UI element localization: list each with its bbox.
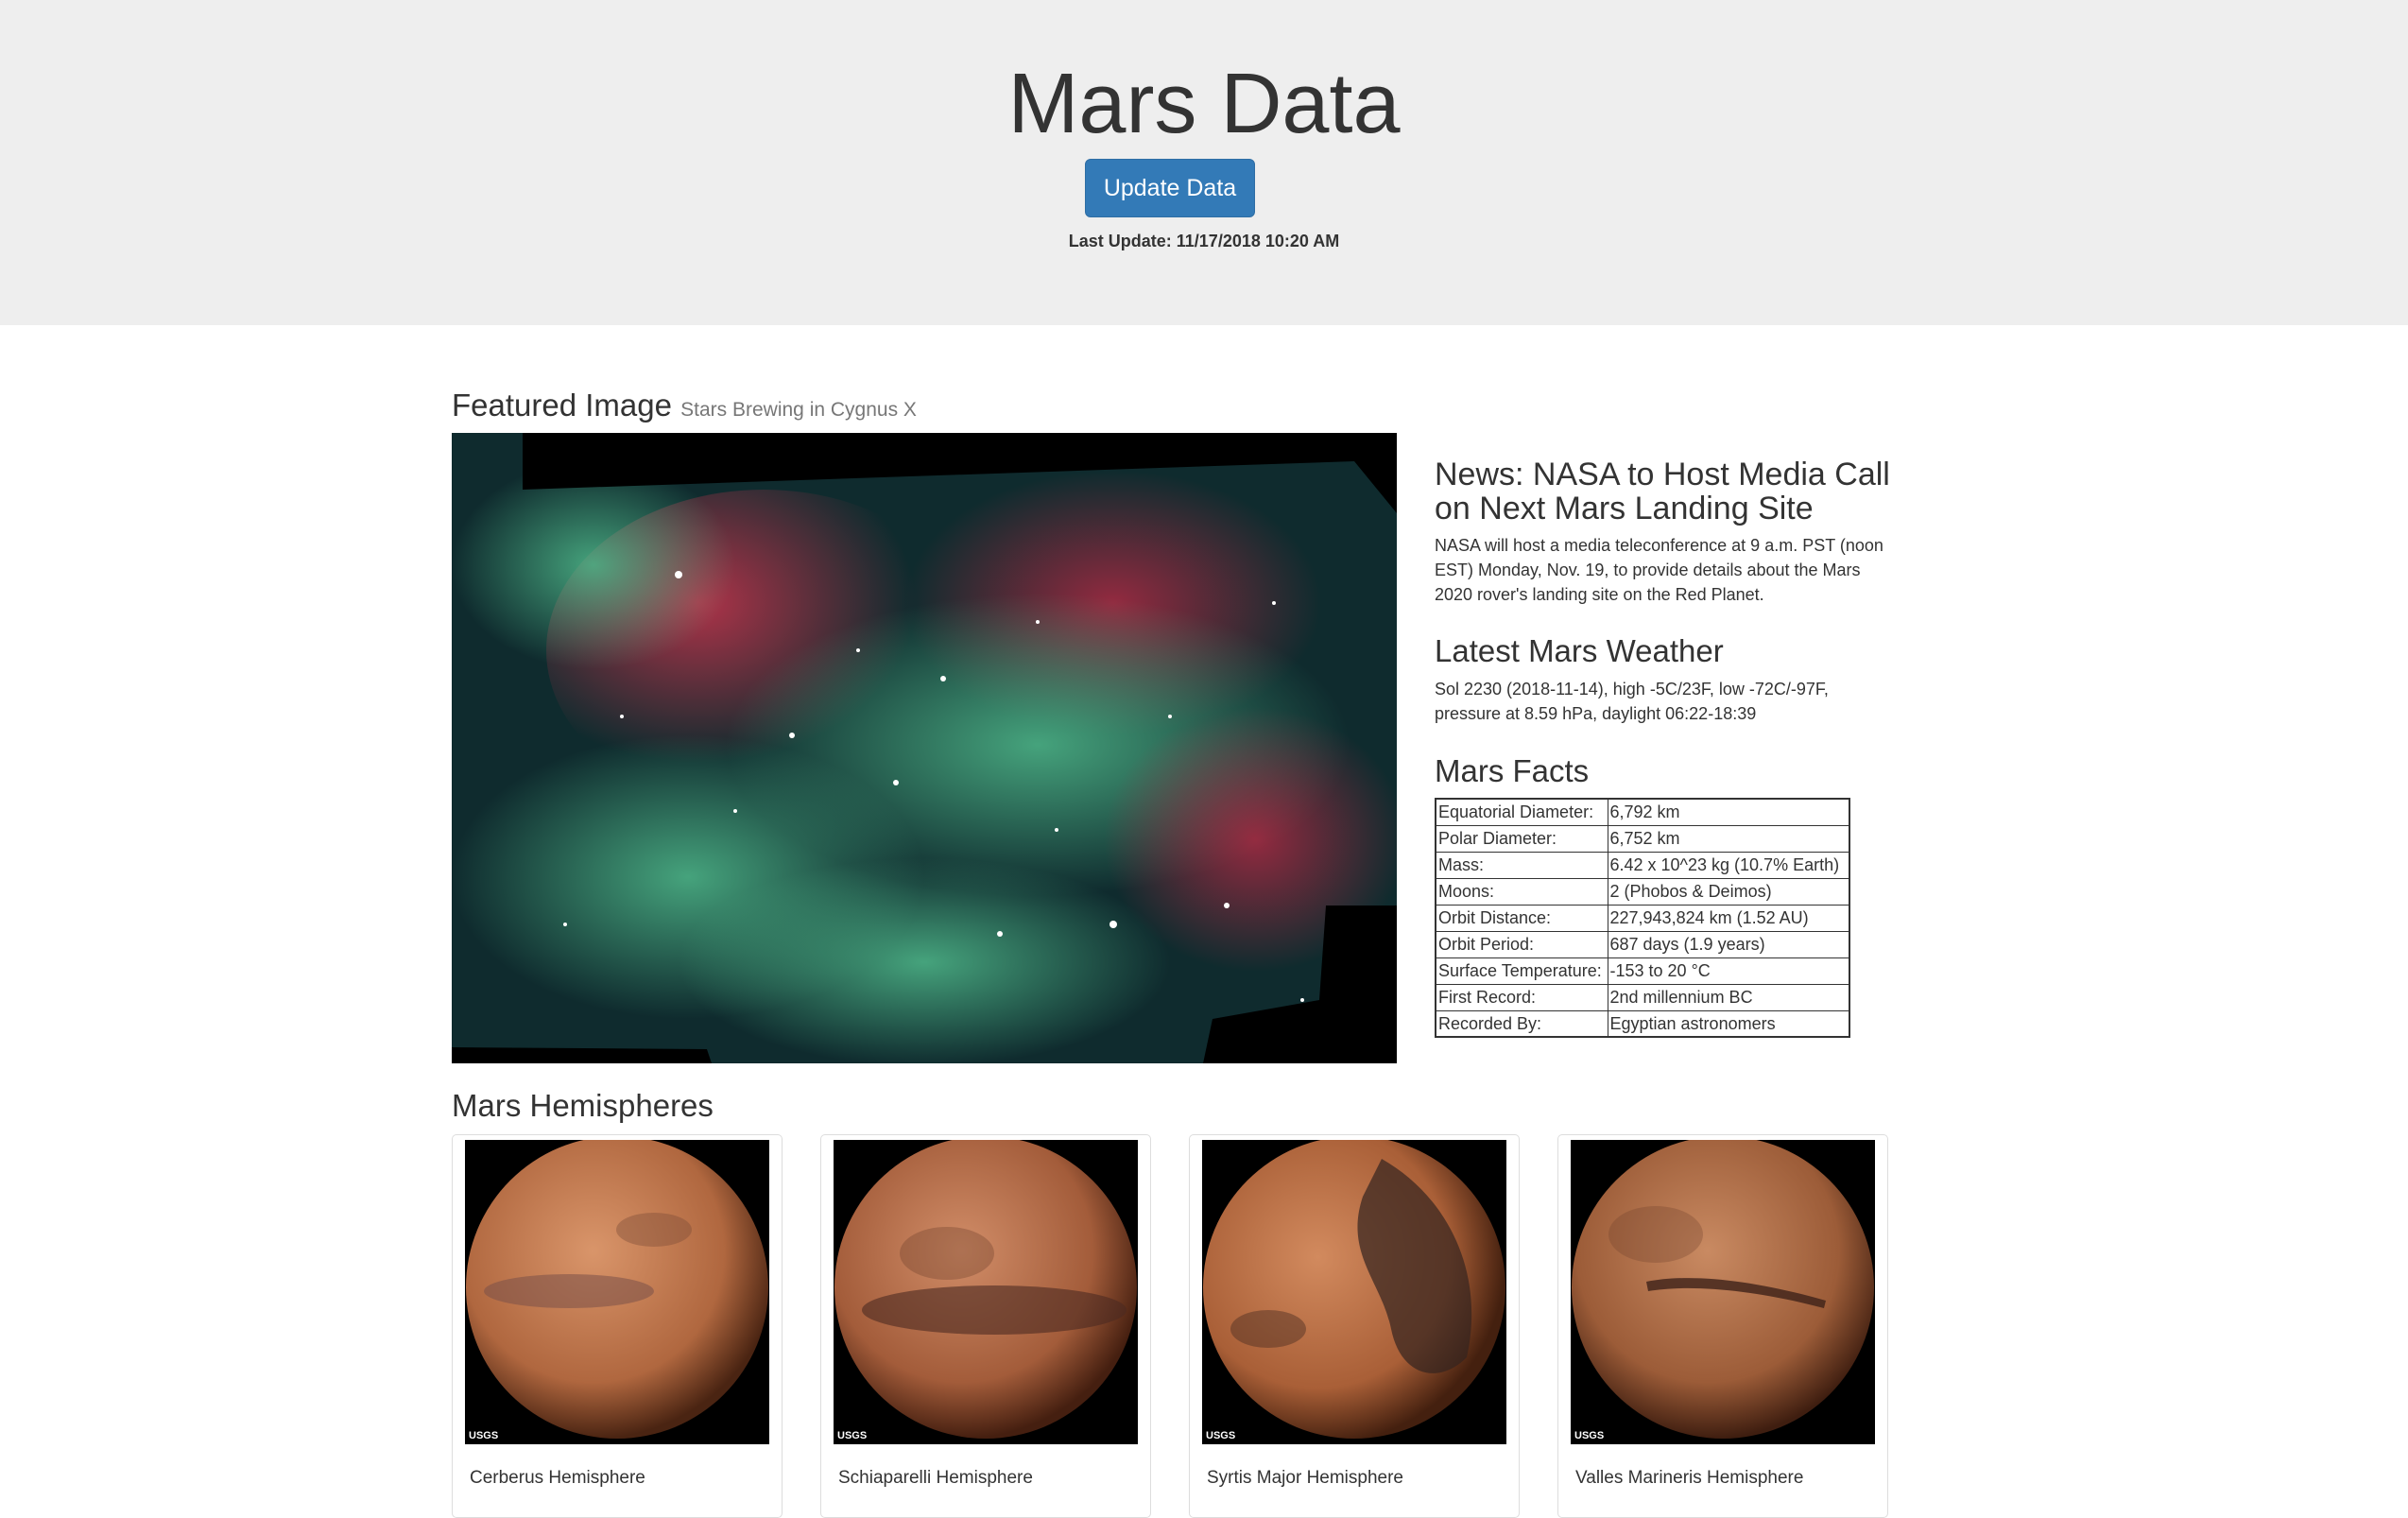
hemisphere-image-schiaparelli[interactable]: USGS	[834, 1140, 1138, 1444]
featured-image-heading: Featured Image Stars Brewing in Cygnus X	[452, 388, 917, 423]
fact-value: 6,752 km	[1607, 824, 1850, 853]
mars-globe-image	[1572, 1140, 1874, 1439]
hemisphere-title[interactable]: Syrtis Major Hemisphere	[1207, 1468, 1403, 1489]
fact-value: 6,792 km	[1607, 798, 1850, 826]
table-row: Recorded By: Egyptian astronomers	[1435, 1009, 1850, 1038]
usgs-logo: USGS	[1206, 1430, 1236, 1441]
weather-title: Latest Mars Weather	[1435, 633, 1724, 668]
fact-label: First Record:	[1435, 983, 1608, 1011]
table-row: Equatorial Diameter: 6,792 km	[1435, 798, 1850, 826]
nebula-image	[452, 433, 1397, 1063]
header-jumbotron: Mars Data Update Data Last Update: 11/17…	[0, 0, 2408, 325]
hemisphere-card-cerberus[interactable]: USGS Cerberus Hemisphere	[452, 1134, 783, 1518]
hemisphere-title[interactable]: Valles Marineris Hemisphere	[1575, 1468, 1803, 1489]
hemisphere-image-valles-marineris[interactable]: USGS	[1571, 1140, 1875, 1444]
hemisphere-image-syrtis-major[interactable]: USGS	[1202, 1140, 1506, 1444]
facts-title: Mars Facts	[1435, 753, 1590, 788]
mars-globe-image	[466, 1140, 768, 1439]
usgs-logo: USGS	[837, 1430, 868, 1441]
news-title: News: NASA to Host Media Call on Next Ma…	[1435, 457, 1890, 526]
hemisphere-card-syrtis-major[interactable]: USGS Syrtis Major Hemisphere	[1189, 1134, 1520, 1518]
hemispheres-heading: Mars Hemispheres	[452, 1088, 714, 1123]
hemisphere-card-schiaparelli[interactable]: USGS Schiaparelli Hemisphere	[820, 1134, 1151, 1518]
fact-label: Equatorial Diameter:	[1435, 798, 1608, 826]
fact-label: Polar Diameter:	[1435, 824, 1608, 853]
fact-value: 687 days (1.9 years)	[1607, 930, 1850, 958]
update-data-button[interactable]: Update Data	[1085, 159, 1255, 217]
fact-value: 6.42 x 10^23 kg (10.7% Earth)	[1607, 851, 1850, 879]
usgs-logo: USGS	[469, 1430, 499, 1441]
fact-label: Surface Temperature:	[1435, 957, 1608, 985]
fact-label: Orbit Distance:	[1435, 904, 1608, 932]
table-row: Orbit Period: 687 days (1.9 years)	[1435, 930, 1850, 958]
news-teaser: NASA will host a media teleconference at…	[1435, 536, 1883, 604]
hemisphere-card-valles-marineris[interactable]: USGS Valles Marineris Hemisphere	[1557, 1134, 1888, 1518]
hemisphere-title[interactable]: Schiaparelli Hemisphere	[838, 1468, 1033, 1489]
fact-label: Mass:	[1435, 851, 1608, 879]
fact-value: 2 (Phobos & Deimos)	[1607, 877, 1850, 906]
last-update-text: Last Update: 11/17/2018 10:20 AM	[1068, 232, 1340, 250]
hemisphere-title[interactable]: Cerberus Hemisphere	[470, 1468, 645, 1489]
hemisphere-image-cerberus[interactable]: USGS	[465, 1140, 769, 1444]
table-row: Moons: 2 (Phobos & Deimos)	[1435, 877, 1850, 906]
fact-value: -153 to 20 °C	[1607, 957, 1850, 985]
fact-label: Moons:	[1435, 877, 1608, 906]
usgs-logo: USGS	[1574, 1430, 1605, 1441]
page-title: Mars Data	[1007, 57, 1401, 151]
mars-facts-table: Equatorial Diameter: 6,792 km Polar Diame…	[1435, 798, 1850, 1038]
fact-value: 227,943,824 km (1.52 AU)	[1607, 904, 1850, 932]
fact-value: 2nd millennium BC	[1607, 983, 1850, 1011]
fact-label: Recorded By:	[1435, 1009, 1608, 1038]
table-row: Orbit Distance: 227,943,824 km (1.52 AU)	[1435, 904, 1850, 932]
featured-image-label: Featured Image	[452, 388, 672, 423]
mars-globe-image	[1203, 1140, 1505, 1439]
featured-image-subtitle: Stars Brewing in Cygnus X	[680, 399, 917, 421]
table-row: First Record: 2nd millennium BC	[1435, 983, 1850, 1011]
table-row: Mass: 6.42 x 10^23 kg (10.7% Earth)	[1435, 851, 1850, 879]
fact-value: Egyptian astronomers	[1607, 1009, 1850, 1038]
mars-globe-image	[834, 1140, 1137, 1439]
featured-image	[452, 433, 1397, 1063]
weather-report: Sol 2230 (2018-11-14), high -5C/23F, low…	[1435, 680, 1829, 723]
table-row: Surface Temperature: -153 to 20 °C	[1435, 957, 1850, 985]
table-row: Polar Diameter: 6,752 km	[1435, 824, 1850, 853]
fact-label: Orbit Period:	[1435, 930, 1608, 958]
